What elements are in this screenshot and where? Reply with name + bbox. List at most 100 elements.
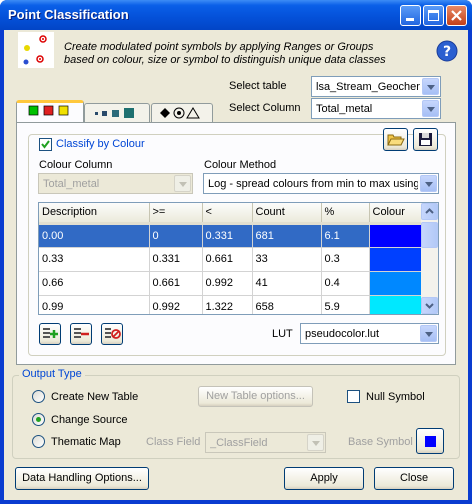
- class-field-label: Class Field: [146, 436, 201, 448]
- column-header-ge[interactable]: >=: [149, 203, 203, 225]
- cell-lt[interactable]: 0.661: [202, 247, 253, 272]
- cell-description[interactable]: 0.66: [39, 271, 150, 296]
- apply-button[interactable]: Apply: [284, 467, 364, 490]
- table-row[interactable]: 0.99 0.992 1.322 658 5.9: [39, 295, 423, 314]
- colour-column-value: Total_metal: [43, 178, 100, 190]
- lut-dropdown[interactable]: pseudocolor.lut: [300, 323, 439, 344]
- thematic-map-radio[interactable]: [32, 435, 45, 448]
- create-new-table-radio[interactable]: [32, 390, 45, 403]
- cell-percent: 6.1: [321, 223, 370, 248]
- colour-swatch[interactable]: [369, 271, 421, 294]
- colour-method-value: Log - spread colours from min to max usi…: [208, 178, 418, 190]
- select-table-dropdown[interactable]: lsa_Stream_Geochem: [311, 76, 441, 97]
- cell-ge[interactable]: 0: [149, 223, 203, 248]
- cell-ge[interactable]: 0.992: [149, 295, 203, 314]
- scroll-thumb[interactable]: [421, 222, 438, 248]
- close-window-button[interactable]: [446, 5, 467, 26]
- column-header-colour[interactable]: Colour: [369, 203, 423, 225]
- clear-rows-icon: [105, 328, 121, 339]
- cell-percent: 0.4: [321, 271, 370, 296]
- cell-lt[interactable]: 1.322: [202, 295, 253, 314]
- data-handling-options-button[interactable]: Data Handling Options...: [15, 467, 149, 490]
- cell-count: 33: [252, 247, 322, 272]
- column-header-description[interactable]: Description: [39, 203, 150, 225]
- save-disk-icon: [419, 133, 432, 146]
- select-table-value: lsa_Stream_Geochem: [316, 81, 420, 93]
- tab-symbol[interactable]: [151, 103, 213, 123]
- column-header-count[interactable]: Count: [252, 203, 322, 225]
- help-icon[interactable]: ?: [436, 40, 458, 62]
- maximize-button[interactable]: [423, 5, 444, 26]
- cell-ge[interactable]: 0.661: [149, 271, 203, 296]
- column-header-lt[interactable]: <: [202, 203, 253, 225]
- title-bar[interactable]: Point Classification: [0, 0, 472, 30]
- scroll-down-button[interactable]: [421, 297, 438, 314]
- checkmark-icon: [41, 140, 50, 149]
- change-source-label[interactable]: Change Source: [51, 414, 127, 426]
- cell-ge[interactable]: 0.331: [149, 247, 203, 272]
- select-column-dropdown[interactable]: Total_metal: [311, 98, 441, 119]
- chevron-up-icon: [425, 208, 434, 214]
- chevron-down-icon: [420, 175, 437, 192]
- close-button[interactable]: Close: [374, 467, 454, 490]
- remove-row-button[interactable]: [70, 323, 92, 345]
- chevron-down-icon: [425, 303, 434, 309]
- table-scrollbar[interactable]: [421, 203, 438, 314]
- cell-colour[interactable]: [369, 247, 423, 272]
- base-symbol-label: Base Symbol: [348, 436, 413, 448]
- chevron-down-icon: [420, 325, 437, 342]
- null-symbol-checkbox[interactable]: [347, 390, 360, 403]
- column-header-percent[interactable]: %: [321, 203, 370, 225]
- cell-description[interactable]: 0.33: [39, 247, 150, 272]
- symbol-shapes-icon: [160, 107, 200, 119]
- output-type-legend: Output Type: [19, 368, 85, 380]
- colour-swatch[interactable]: [369, 295, 421, 314]
- tab-colour[interactable]: [16, 100, 84, 123]
- cell-lt[interactable]: 0.331: [202, 223, 253, 248]
- header-description: Create modulated point symbols by applyi…: [64, 41, 386, 66]
- scroll-up-button[interactable]: [421, 203, 438, 220]
- cell-colour[interactable]: [369, 271, 423, 296]
- table-row[interactable]: 0.00 0 0.331 681 6.1: [39, 223, 423, 248]
- class-table: Description >= < Count % Colour 0.00 0 0: [38, 202, 439, 315]
- colour-tab-panel: Classify by Colour Colour Column Total_m…: [16, 122, 456, 365]
- clear-rows-button[interactable]: [101, 323, 123, 345]
- add-row-button[interactable]: [39, 323, 61, 345]
- open-file-button[interactable]: [383, 128, 408, 151]
- close-icon: [451, 10, 462, 21]
- thematic-map-label[interactable]: Thematic Map: [51, 436, 121, 448]
- add-row-icon: [43, 328, 58, 338]
- classify-by-colour-checkbox[interactable]: [39, 138, 52, 151]
- classify-by-colour-label: Classify by Colour: [56, 138, 148, 150]
- cell-colour[interactable]: [369, 295, 423, 314]
- colour-swatch[interactable]: [369, 247, 421, 270]
- size-squares-icon: [95, 108, 134, 118]
- class-field-dropdown[interactable]: _ClassField: [205, 432, 326, 453]
- colour-method-dropdown[interactable]: Log - spread colours from min to max usi…: [203, 173, 439, 194]
- base-symbol-button[interactable]: [416, 428, 444, 454]
- colour-swatch[interactable]: [369, 224, 421, 246]
- lut-value: pseudocolor.lut: [305, 328, 379, 340]
- save-button[interactable]: [413, 128, 438, 151]
- table-row[interactable]: 0.33 0.331 0.661 33 0.3: [39, 247, 423, 272]
- cell-description[interactable]: 0.00: [39, 223, 150, 248]
- cell-description[interactable]: 0.99: [39, 295, 150, 314]
- select-table-label: Select table: [229, 80, 287, 92]
- chevron-down-icon: [422, 100, 439, 117]
- table-row[interactable]: 0.66 0.661 0.992 41 0.4: [39, 271, 423, 296]
- cell-lt[interactable]: 0.992: [202, 271, 253, 296]
- cell-colour[interactable]: [369, 223, 423, 248]
- svg-text:?: ?: [443, 44, 451, 60]
- maximize-icon: [428, 10, 439, 21]
- select-column-label: Select Column: [229, 102, 301, 114]
- minimize-icon: [406, 18, 414, 21]
- colour-column-dropdown[interactable]: Total_metal: [38, 173, 193, 194]
- change-source-radio[interactable]: [32, 413, 45, 426]
- minimize-button[interactable]: [400, 5, 421, 26]
- create-new-table-label[interactable]: Create New Table: [51, 391, 138, 403]
- colour-method-label: Colour Method: [204, 159, 277, 171]
- new-table-options-button[interactable]: New Table options...: [198, 386, 313, 407]
- cell-percent: 0.3: [321, 247, 370, 272]
- tab-size[interactable]: [84, 103, 150, 123]
- null-symbol-label[interactable]: Null Symbol: [366, 391, 425, 403]
